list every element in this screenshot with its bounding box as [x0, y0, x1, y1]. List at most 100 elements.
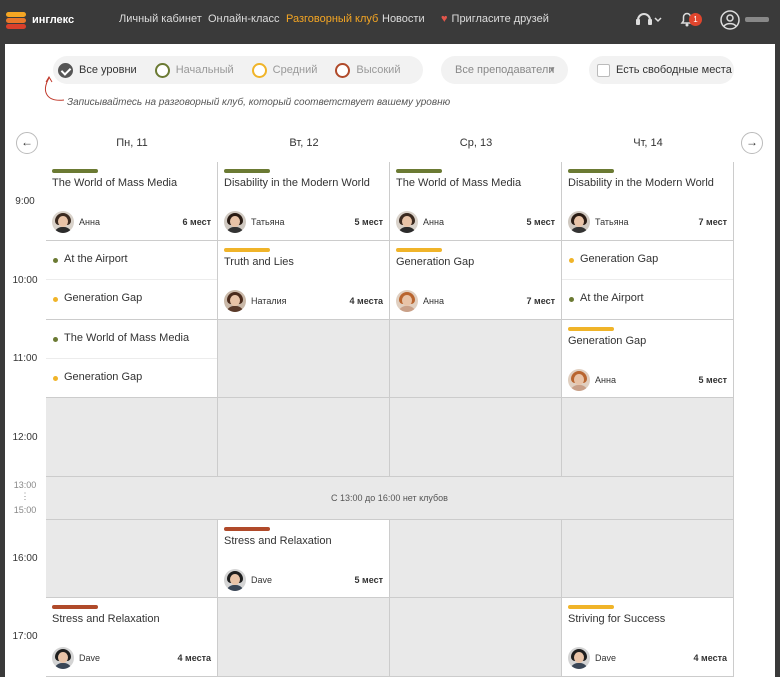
club-item[interactable]: Generation Gap [46, 280, 217, 319]
level-bar [568, 169, 614, 173]
teacher-select[interactable]: Все преподаватели ▼ [441, 56, 568, 84]
checkbox-icon [597, 63, 610, 77]
club-item[interactable]: Generation Gap [46, 359, 217, 398]
nav-item-news[interactable]: Новости [382, 13, 425, 25]
club-title: The World of Mass Media [64, 332, 190, 344]
level-dot [53, 258, 58, 263]
club-item[interactable]: At the Airport [562, 280, 733, 319]
club-title: At the Airport [64, 253, 128, 265]
teacher-name: Анна [423, 296, 444, 306]
level-beginner[interactable]: Начальный [154, 62, 234, 78]
user-icon[interactable] [719, 9, 741, 31]
club-title: Generation Gap [64, 292, 143, 304]
club-card[interactable]: Stress and Relaxation Dave 4 места [46, 598, 218, 677]
user-name-masked[interactable] [745, 17, 769, 22]
level-dot [569, 297, 574, 302]
logo-text: инглекс [32, 14, 75, 26]
prev-week-button[interactable]: ← [16, 132, 38, 154]
nav-item-personal-account[interactable]: Личный кабинет [119, 13, 202, 25]
level-high-circle-icon [335, 62, 351, 78]
avatar [568, 369, 590, 391]
club-card[interactable]: The World of Mass Media Анна 6 мест [46, 162, 218, 241]
club-item[interactable]: At the Airport [46, 241, 217, 280]
level-bar [396, 248, 442, 252]
club-title: Striving for Success [568, 613, 666, 625]
day-header-mon: Пн, 11 [116, 137, 148, 149]
avatar [396, 211, 418, 233]
teacher-name: Анна [595, 375, 616, 385]
club-title: Truth and Lies [224, 256, 294, 268]
empty-slot [218, 320, 390, 398]
level-middle-circle-icon [251, 62, 267, 78]
level-bar [52, 169, 98, 173]
free-places-checkbox[interactable]: Есть свободные места [589, 56, 734, 84]
teacher-name: Dave [79, 653, 101, 663]
teacher-name: Dave [251, 575, 273, 585]
time-separator: ⋮ [20, 491, 30, 501]
club-card[interactable]: Disability in the Modern World Татьяна 5… [218, 162, 390, 241]
logo-icon [6, 9, 28, 31]
teacher-name: Dave [595, 653, 617, 663]
club-card[interactable]: Striving for Success Dave 4 места [562, 598, 734, 677]
club-title: At the Airport [580, 292, 644, 304]
nav-item-online-class[interactable]: Онлайн-класс [208, 13, 280, 25]
nav-item-speaking-club[interactable]: Разговорный клуб [286, 13, 378, 25]
level-dot [53, 297, 58, 302]
day-header-tue: Вт, 12 [289, 137, 319, 149]
time-label: 12:00 [12, 432, 38, 443]
nav-item-invite-friends[interactable]: ♥ Пригласите друзей [441, 13, 549, 25]
level-bar [568, 605, 614, 609]
empty-slot [562, 520, 734, 598]
headset-icon[interactable] [634, 8, 662, 30]
logo[interactable]: инглекс [6, 9, 74, 31]
teacher-name: Татьяна [251, 217, 285, 227]
teacher-name: Наталия [251, 296, 287, 306]
invite-friends-label: Пригласите друзей [451, 13, 549, 25]
level-dot [53, 337, 58, 342]
level-middle[interactable]: Средний [251, 62, 318, 78]
next-week-button[interactable]: → [741, 132, 763, 154]
level-bar [568, 327, 614, 331]
empty-slot [218, 398, 390, 477]
level-high-label: Высокий [356, 64, 401, 76]
level-middle-label: Средний [272, 64, 318, 76]
level-dot [53, 376, 58, 381]
arrow-right-icon: → [746, 135, 758, 149]
club-item[interactable]: Generation Gap [562, 241, 733, 280]
places-count: 4 места [177, 653, 211, 663]
club-card[interactable]: Generation Gap Анна 5 мест [562, 320, 734, 398]
level-filter: Все уровни Начальный Средний Высокий [53, 56, 423, 84]
level-beginner-label: Начальный [175, 64, 234, 76]
day-header-thu: Чт, 14 [633, 137, 663, 149]
curved-arrow-icon [45, 76, 65, 101]
level-bar [224, 527, 270, 531]
club-title: Disability in the Modern World [568, 177, 714, 189]
empty-slot [562, 398, 734, 477]
club-card[interactable]: Disability in the Modern World Татьяна 7… [562, 162, 734, 241]
club-card[interactable]: Stress and Relaxation Dave 5 мест [218, 520, 390, 598]
level-all-label: Все уровни [79, 64, 137, 76]
chevron-down-icon: ▼ [548, 65, 556, 74]
free-places-label: Есть свободные места [616, 64, 732, 76]
avatar [52, 647, 74, 669]
level-high[interactable]: Высокий [335, 62, 401, 78]
avatar [396, 290, 418, 312]
level-all[interactable]: Все уровни [58, 62, 137, 78]
time-label: 13:00 [13, 480, 37, 490]
places-count: 6 мест [182, 217, 211, 227]
avatar [224, 569, 246, 591]
places-count: 5 мест [698, 375, 727, 385]
club-group: At the Airport Generation Gap [46, 241, 218, 320]
places-count: 7 мест [698, 217, 727, 227]
avatar [568, 211, 590, 233]
avatar [224, 211, 246, 233]
club-card[interactable]: Generation Gap Анна 7 мест [390, 241, 562, 320]
club-card[interactable]: Truth and Lies Наталия 4 места [218, 241, 390, 320]
club-card[interactable]: The World of Mass Media Анна 5 мест [390, 162, 562, 241]
avatar [52, 211, 74, 233]
club-item[interactable]: The World of Mass Media [46, 320, 217, 359]
teacher-select-value: Все преподаватели [455, 64, 555, 76]
empty-slot [218, 598, 390, 677]
time-label: 9:00 [15, 196, 35, 207]
teacher-name: Анна [79, 217, 100, 227]
